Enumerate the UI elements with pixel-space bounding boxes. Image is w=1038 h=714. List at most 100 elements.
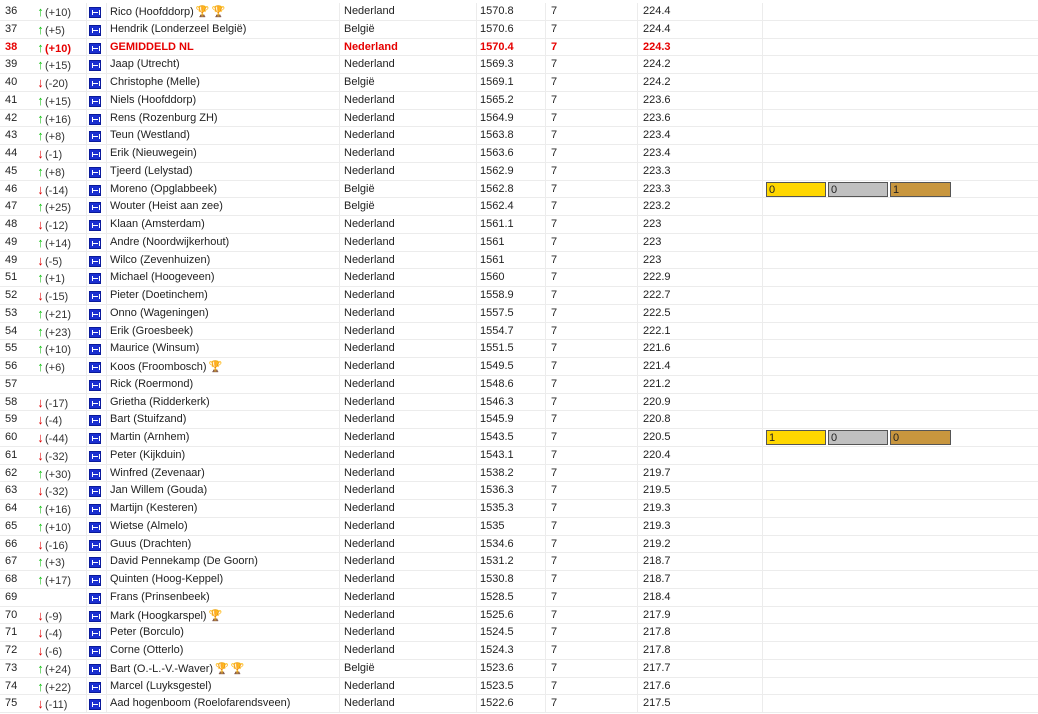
player-name[interactable]: Moreno (Opglabbeek) <box>110 183 217 195</box>
player-name[interactable]: Aad hogenboom (Roelofarendsveen) <box>110 697 290 709</box>
player-flag-icon[interactable] <box>89 379 101 391</box>
player-name-cell[interactable]: Rens (Rozenburg ZH) <box>110 110 335 127</box>
player-name[interactable]: Erik (Nieuwegein) <box>110 147 197 159</box>
player-flag-icon[interactable] <box>89 663 101 675</box>
player-name-cell[interactable]: Christophe (Melle) <box>110 74 335 91</box>
player-name-cell[interactable]: Onno (Wageningen) <box>110 305 335 322</box>
player-flag-icon[interactable] <box>89 504 101 515</box>
player-name[interactable]: Quinten (Hoog-Keppel) <box>110 573 223 585</box>
player-name-cell[interactable]: Bart (O.-L.-V.-Waver) 🏆 🏆 <box>110 660 335 677</box>
player-icon-cell[interactable] <box>89 610 103 622</box>
player-name-cell[interactable]: Michael (Hoogeveen) <box>110 269 335 286</box>
player-name-cell[interactable]: Wietse (Almelo) <box>110 518 335 535</box>
player-flag-icon[interactable] <box>89 291 101 302</box>
player-icon-cell[interactable] <box>89 60 103 72</box>
player-name[interactable]: Niels (Hoofddorp) <box>110 94 196 106</box>
player-name-cell[interactable]: Maurice (Winsum) <box>110 340 335 357</box>
player-name[interactable]: Frans (Prinsenbeek) <box>110 591 210 603</box>
player-flag-icon[interactable] <box>89 184 101 196</box>
player-name[interactable]: Rick (Roermond) <box>110 378 193 390</box>
player-name-cell[interactable]: Moreno (Opglabbeek) <box>110 181 335 198</box>
player-name-cell[interactable]: Bart (Stuifzand) <box>110 411 335 428</box>
player-name-cell[interactable]: Koos (Froombosch) 🏆 <box>110 358 335 375</box>
player-name-cell[interactable]: Andre (Noordwijkerhout) <box>110 234 335 251</box>
player-icon-cell[interactable] <box>89 379 103 391</box>
player-name[interactable]: Maurice (Winsum) <box>110 342 199 354</box>
player-flag-icon[interactable] <box>89 42 101 54</box>
player-icon-cell[interactable] <box>89 273 103 285</box>
player-name-cell[interactable]: David Pennekamp (De Goorn) <box>110 553 335 570</box>
player-name[interactable]: Jan Willem (Gouda) <box>110 484 207 496</box>
player-icon-cell[interactable] <box>89 7 103 18</box>
player-flag-icon[interactable] <box>89 95 101 107</box>
player-icon-cell[interactable] <box>89 663 103 675</box>
player-name-cell[interactable]: Pieter (Doetinchem) <box>110 287 335 304</box>
player-icon-cell[interactable] <box>89 557 103 569</box>
player-name[interactable]: Klaan (Amsterdam) <box>110 218 205 230</box>
player-name-cell[interactable]: Rico (Hoofddorp) 🏆 🏆 <box>110 3 335 20</box>
player-name[interactable]: Bart (O.-L.-V.-Waver) <box>110 663 213 675</box>
player-name[interactable]: Christophe (Melle) <box>110 76 200 88</box>
player-flag-icon[interactable] <box>89 521 101 533</box>
player-name-cell[interactable]: Guus (Drachten) <box>110 536 335 553</box>
player-name[interactable]: Martijn (Kesteren) <box>110 502 197 514</box>
player-icon-cell[interactable] <box>89 24 103 36</box>
player-name-cell[interactable]: Wouter (Heist aan zee) <box>110 198 335 215</box>
player-icon-cell[interactable] <box>89 575 103 586</box>
player-icon-cell[interactable] <box>89 95 103 107</box>
player-name-cell[interactable]: Niels (Hoofddorp) <box>110 92 335 109</box>
player-icon-cell[interactable] <box>89 397 103 409</box>
player-icon-cell[interactable] <box>89 237 103 249</box>
player-icon-cell[interactable] <box>89 220 103 231</box>
player-name-cell[interactable]: Aad hogenboom (Roelofarendsveen) <box>110 695 335 712</box>
player-icon-cell[interactable] <box>89 415 103 427</box>
player-flag-icon[interactable] <box>89 166 101 178</box>
player-icon-cell[interactable] <box>89 131 103 143</box>
player-flag-icon[interactable] <box>89 415 101 427</box>
player-name-cell[interactable]: Jan Willem (Gouda) <box>110 482 335 499</box>
player-flag-icon[interactable] <box>89 539 101 551</box>
player-flag-icon[interactable] <box>89 7 101 18</box>
player-name[interactable]: Corne (Otterlo) <box>110 644 183 656</box>
player-name[interactable]: Martin (Arnhem) <box>110 431 189 443</box>
player-name-cell[interactable]: Erik (Groesbeek) <box>110 323 335 340</box>
player-flag-icon[interactable] <box>89 397 101 409</box>
player-flag-icon[interactable] <box>89 681 101 693</box>
player-name-cell[interactable]: Wilco (Zevenhuizen) <box>110 252 335 269</box>
player-icon-cell[interactable] <box>89 450 103 462</box>
player-name[interactable]: Guus (Drachten) <box>110 538 191 550</box>
player-icon-cell[interactable] <box>89 539 103 551</box>
player-name[interactable]: Winfred (Zevenaar) <box>110 467 205 479</box>
player-flag-icon[interactable] <box>89 557 101 569</box>
player-name[interactable]: David Pennekamp (De Goorn) <box>110 555 258 567</box>
player-name-cell[interactable]: Peter (Borculo) <box>110 624 335 641</box>
player-name-cell[interactable]: Martijn (Kesteren) <box>110 500 335 517</box>
player-flag-icon[interactable] <box>89 273 101 285</box>
player-icon-cell[interactable] <box>89 113 103 125</box>
player-name[interactable]: Peter (Kijkduin) <box>110 449 185 461</box>
player-name[interactable]: Onno (Wageningen) <box>110 307 209 319</box>
player-name-cell[interactable]: Quinten (Hoog-Keppel) <box>110 571 335 588</box>
player-name[interactable]: Wilco (Zevenhuizen) <box>110 254 210 266</box>
player-name-cell[interactable]: Teun (Westland) <box>110 127 335 144</box>
player-name[interactable]: Pieter (Doetinchem) <box>110 289 208 301</box>
player-icon-cell[interactable] <box>89 699 103 711</box>
player-flag-icon[interactable] <box>89 308 101 320</box>
player-name[interactable]: GEMIDDELD NL <box>110 41 194 53</box>
player-name-cell[interactable]: Marcel (Luyksgestel) <box>110 678 335 695</box>
player-icon-cell[interactable] <box>89 166 103 178</box>
player-flag-icon[interactable] <box>89 24 101 36</box>
player-flag-icon[interactable] <box>89 486 101 498</box>
player-icon-cell[interactable] <box>89 308 103 320</box>
player-flag-icon[interactable] <box>89 433 101 444</box>
player-flag-icon[interactable] <box>89 592 101 604</box>
player-flag-icon[interactable] <box>89 237 101 249</box>
player-icon-cell[interactable] <box>89 42 103 54</box>
player-name-cell[interactable]: Klaan (Amsterdam) <box>110 216 335 233</box>
player-flag-icon[interactable] <box>89 149 101 160</box>
player-icon-cell[interactable] <box>89 592 103 604</box>
player-flag-icon[interactable] <box>89 202 101 214</box>
player-name[interactable]: Peter (Borculo) <box>110 626 184 638</box>
player-flag-icon[interactable] <box>89 78 101 89</box>
player-name[interactable]: Grietha (Ridderkerk) <box>110 396 210 408</box>
